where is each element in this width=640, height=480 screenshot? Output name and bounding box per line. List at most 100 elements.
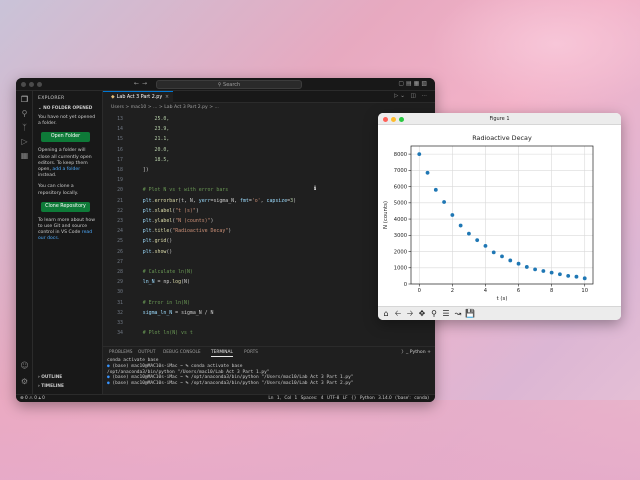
line-number: 25 [117, 238, 123, 245]
timeline-section[interactable]: › TIMELINE [38, 384, 64, 389]
plot-canvas[interactable]: 0 2 4 6 8 10 0 1000 2000 3000 4000 5000 6000 7000 8000… [378, 125, 621, 306]
wallpaper-bottom [0, 400, 640, 480]
x-tick-label: 6 [517, 288, 520, 294]
x-tick-label: 0 [418, 288, 421, 294]
chart-title: Radioactive Decay [472, 134, 532, 142]
edit-axes-icon[interactable]: ↝ [453, 309, 463, 319]
y-tick-label: 4000 [394, 217, 407, 223]
data-point [491, 250, 496, 255]
add-folder-link[interactable]: add a folder [52, 167, 80, 172]
panel-tab-problems[interactable]: PROBLEMS [109, 350, 132, 355]
gear-icon[interactable]: ⚙ [20, 377, 29, 386]
code-line[interactable]: 24 plt.title("Radioactive Decay") [103, 228, 231, 235]
tab-lab-act-3-part-2[interactable]: ◆ Lab Act 3 Part 2.py × [103, 91, 173, 103]
close-tab-icon[interactable]: × [165, 92, 169, 103]
code-token: ) [293, 197, 297, 204]
editor-status[interactable]: Ln 1, Col 1 Spaces: 4 UTF-8 LF {} Python… [268, 395, 429, 402]
terminal-icon: 〉_ [401, 350, 409, 355]
line-number: 20 [117, 187, 123, 194]
panel-tab-terminal[interactable]: TERMINAL [211, 350, 233, 357]
code-token: 25.0, [131, 116, 170, 122]
add-terminal-icon[interactable]: + [427, 350, 431, 355]
code-line[interactable]: 23 plt.ylabel("N (counts)") [103, 218, 213, 225]
panel-tab-debug-console[interactable]: DEBUG CONSOLE [163, 350, 201, 355]
code-line[interactable]: 32 sigma_ln_N = sigma_N / N [103, 310, 213, 317]
line-number: 26 [117, 248, 123, 255]
source-control-icon[interactable]: ᛉ [20, 123, 29, 132]
breadcrumb[interactable]: Users > mac10 > ... > Lab Act 3 Part 2.p… [103, 103, 435, 112]
terminal-selector[interactable]: 〉_ Python + [401, 349, 431, 355]
code-line[interactable]: 25 plt.grid() [103, 238, 172, 245]
figure-window-title: Figure 1 [489, 116, 510, 122]
open-folder-button[interactable]: Open Folder [41, 132, 90, 143]
forward-arrow-icon[interactable]: 🡢 [405, 309, 415, 319]
code-line[interactable]: 30 [103, 289, 131, 296]
code-token: () [166, 248, 173, 255]
code-line[interactable]: 29 ln_N = np.log(N) [103, 279, 190, 286]
configure-subplots-icon[interactable]: ☰ [441, 309, 451, 319]
explorer-files-icon[interactable]: ❐ [20, 95, 29, 104]
code-line[interactable]: 31 # Error in ln(N) [103, 300, 190, 307]
no-folder-section[interactable]: ⌄ NO FOLDER OPENED [38, 106, 97, 111]
problems-status[interactable]: ⊗ 0 ⚠ 0 ⫨ 0 [20, 395, 45, 402]
run-python-file-icon[interactable]: ▷⌄ ◫ ⋯ [394, 93, 429, 99]
data-point [516, 261, 521, 266]
data-point [549, 270, 554, 275]
line-number: 27 [117, 258, 123, 265]
terminal-output[interactable]: conda activate base ● (base) mac10@MAC10s… [107, 358, 354, 387]
explorer-msg-1: You have not yet opened a folder. [38, 115, 96, 127]
extensions-icon[interactable]: ▦ [20, 151, 29, 160]
home-icon[interactable]: ⌂ [381, 309, 391, 319]
code-line[interactable]: 16 20.0, [103, 147, 169, 154]
code-line[interactable]: 34 # Plot ln(N) vs t [103, 330, 193, 337]
panel-tab-ports[interactable]: PORTS [244, 350, 258, 355]
code-line[interactable]: 13 25.0, [103, 116, 169, 123]
code-token: yerr [198, 197, 211, 204]
code-token: "t (s)" [175, 207, 196, 214]
run-debug-icon[interactable]: ▷ [20, 137, 29, 146]
nav-arrows[interactable]: ←→ [134, 80, 150, 87]
code-line[interactable]: 15 21.1, [103, 136, 169, 143]
code-token: ln_N [131, 279, 155, 286]
code-line[interactable]: 19 [103, 177, 131, 184]
explorer-msg-4: To learn more about how to use Git and s… [38, 218, 97, 243]
panel-tabs: PROBLEMS OUTPUT DEBUG CONSOLE TERMINAL PORTS [103, 347, 435, 357]
search-icon: ⚲ [217, 82, 222, 88]
code-line[interactable]: 33 [103, 320, 131, 327]
data-point [467, 231, 471, 236]
line-number: 22 [117, 207, 123, 214]
save-figure-icon[interactable]: 💾 [465, 309, 475, 319]
minimize-window-button[interactable] [29, 82, 34, 87]
code-line[interactable]: 27 [103, 259, 131, 266]
code-line[interactable]: 26 plt.show() [103, 249, 172, 256]
code-token: ]) [131, 167, 149, 173]
zoom-window-button[interactable] [37, 82, 42, 87]
layout-icons[interactable]: ▢▤▦▧ [398, 80, 429, 87]
zoom-icon[interactable]: ⚲ [429, 309, 439, 319]
decay-chart: 0 2 4 6 8 10 0 1000 2000 3000 4000 5000 6000 7000 8000… [383, 134, 594, 302]
clone-repository-button[interactable]: Clone Repository [41, 201, 90, 212]
code-line[interactable]: 17 18.5, [103, 157, 169, 164]
code-line[interactable]: 18 ]) [103, 167, 149, 174]
code-line[interactable]: 20 # Plot N vs t with error bars [103, 187, 228, 194]
panel-tab-output[interactable]: OUTPUT [138, 350, 156, 355]
code-line[interactable]: 14 23.9, [103, 126, 169, 133]
back-arrow-icon[interactable]: 🡠 [393, 309, 403, 319]
close-window-button[interactable] [21, 82, 26, 87]
code-line[interactable]: 21 plt.errorbar(t, N, yerr=sigma_N, fmt=… [103, 198, 296, 205]
data-point [541, 269, 546, 273]
code-line[interactable]: 28 # Calculate ln(N) [103, 269, 193, 276]
code-line[interactable]: 22 plt.xlabel("t (s)") [103, 208, 199, 215]
pan-icon[interactable]: ✥ [417, 309, 427, 319]
data-point [500, 254, 504, 259]
data-point [483, 243, 488, 248]
code-token: plt [131, 197, 152, 204]
line-number: 32 [117, 309, 123, 316]
outline-section[interactable]: › OUTLINE [38, 375, 62, 380]
code-token: (N) [181, 279, 190, 286]
search-icon[interactable]: ⚲ [20, 109, 29, 118]
command-search-box[interactable]: ⚲ Search [156, 80, 302, 89]
code-token: plt [131, 207, 152, 214]
code-token: # Error in ln(N) [131, 299, 190, 306]
account-icon[interactable]: ☺ [20, 361, 29, 370]
